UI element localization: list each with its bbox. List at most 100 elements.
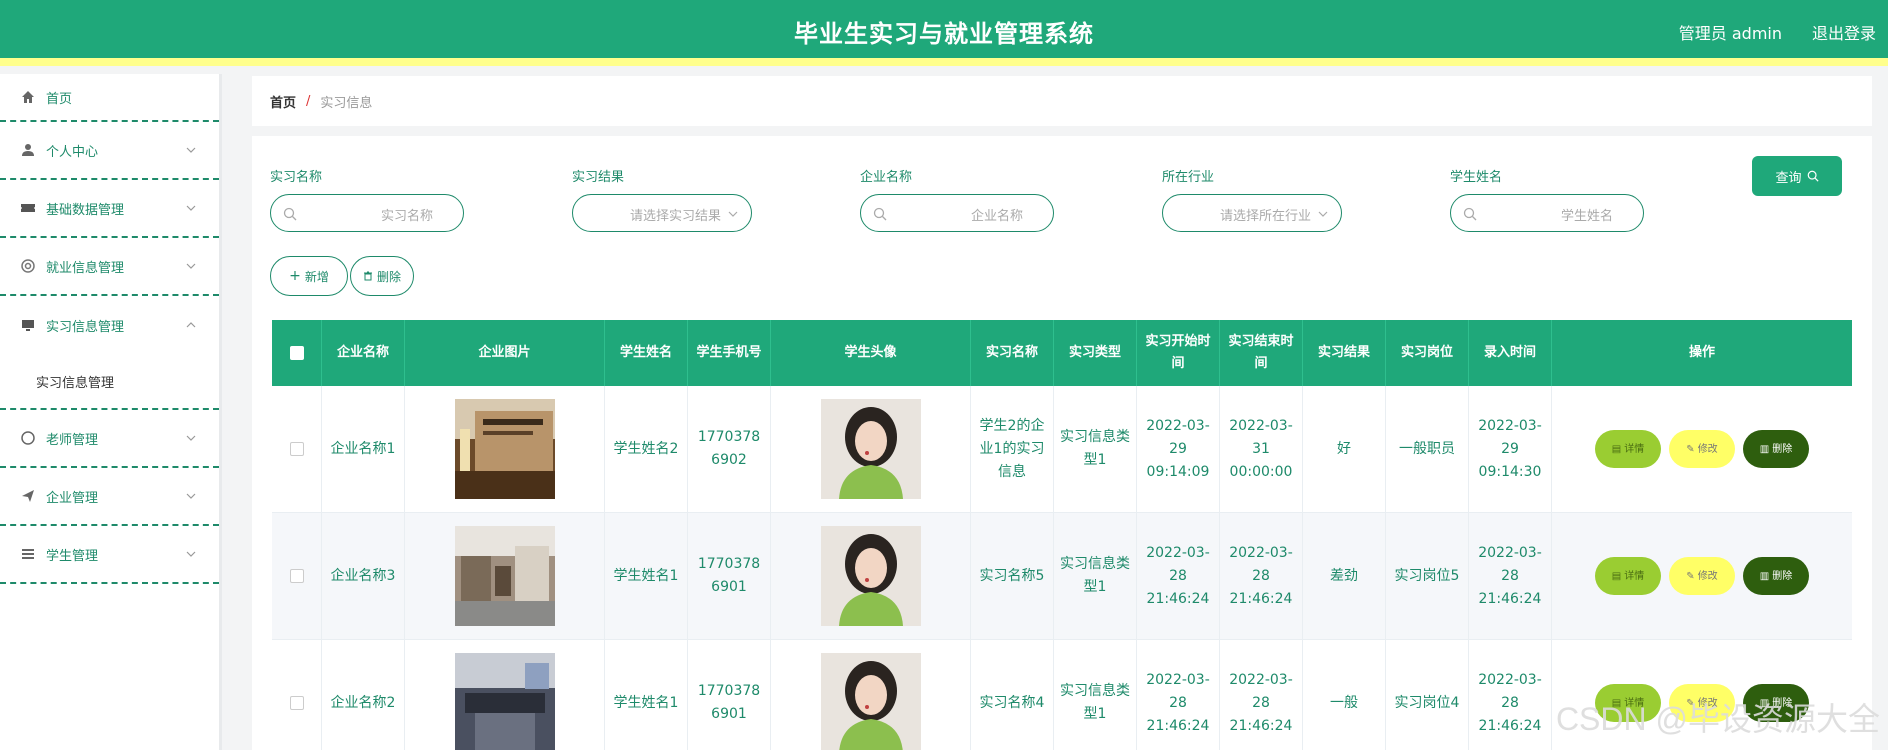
filter-label-internship-name: 实习名称 <box>270 170 323 185</box>
sidebar-item-label: 基础数据管理 <box>46 202 125 218</box>
sidebar-item-internship[interactable]: 实习信息管理 <box>0 296 219 354</box>
avatar-cell <box>771 513 971 639</box>
student-phone-cell: 17703786901 <box>688 640 771 750</box>
sidebar-item-personal-center[interactable]: 个人中心 <box>0 122 219 180</box>
sidebar-item-label: 学生管理 <box>46 548 99 564</box>
avatar-cell <box>771 386 971 512</box>
submenu-internship-management[interactable]: 实习信息管理 <box>0 354 219 410</box>
select-placeholder: 请选择实习结果 <box>629 209 721 224</box>
chevron-down-icon <box>186 263 196 269</box>
select-all-cell <box>272 320 322 386</box>
edit-button[interactable]: ✎ 修改 <box>1669 557 1735 595</box>
chevron-down-icon <box>186 493 196 499</box>
row-checkbox[interactable] <box>289 569 304 583</box>
internship-name-cell: 实习名称4 <box>971 640 1054 750</box>
sidebar-item-basic-data[interactable]: 基础数据管理 <box>0 180 219 238</box>
end-time-cell: 2022-03-28 21:46:24 <box>1220 640 1303 750</box>
student-phone-cell: 17703786902 <box>688 386 771 512</box>
avatar-cell <box>771 640 971 750</box>
sidebar-item-label: 首页 <box>46 91 73 107</box>
actions-cell: ▤ 详情 ✎ 修改 ▥ 删除 <box>1552 513 1852 639</box>
trash-icon <box>363 271 372 281</box>
column-header: 操作 <box>1688 345 1715 360</box>
sidebar-item-home[interactable]: 首页 <box>0 74 219 122</box>
row-select-cell <box>272 640 322 750</box>
column-header: 实习结束时间 <box>1220 320 1303 386</box>
start-time-cell: 2022-03-28 21:46:24 <box>1137 513 1220 639</box>
detail-button[interactable]: ▤ 详情 <box>1595 430 1661 468</box>
student-name-input[interactable]: 学生姓名 <box>1450 194 1644 232</box>
trash-icon: ▥ <box>1759 570 1770 582</box>
trash-icon: ▥ <box>1759 443 1770 455</box>
sidebar-item-companies[interactable]: 企业管理 <box>0 468 219 526</box>
sidebar-item-label: 老师管理 <box>46 432 99 448</box>
column-header: 录入时间 <box>1469 320 1552 386</box>
row-checkbox[interactable] <box>289 442 304 456</box>
delete-button[interactable]: ▥ 删除 <box>1743 430 1809 468</box>
sidebar: 首页 个人中心 基础数据管理 就业信息管理 实习信息管理 实习信息管理 老师管理… <box>0 74 222 750</box>
company-image <box>454 653 555 750</box>
query-button[interactable]: 查询 <box>1752 156 1842 196</box>
search-icon <box>1807 170 1819 182</box>
add-button-label: 新增 <box>304 269 329 284</box>
actions-cell: ▤ 详情 ✎ 修改 ▥ 删除 <box>1552 386 1852 512</box>
filter-label-company-name: 企业名称 <box>860 170 913 185</box>
table-row: 企业名称3 学生姓名1 17703786901 实习名称5 实习信息类型1 20… <box>272 513 1852 640</box>
add-button[interactable]: + 新增 <box>270 256 348 296</box>
select-placeholder: 请选择所在行业 <box>1219 209 1311 224</box>
detail-button[interactable]: ▤ 详情 <box>1595 557 1661 595</box>
result-cell: 好 <box>1303 386 1386 512</box>
internship-table: 企业名称 企业图片 学生姓名 学生手机号 学生头像 实习名称 实习类型 实习开始… <box>272 320 1852 750</box>
filter-label-internship-result: 实习结果 <box>572 170 625 185</box>
column-header: 企业名称 <box>322 320 405 386</box>
sidebar-item-students[interactable]: 学生管理 <box>0 526 219 584</box>
compass-icon <box>20 430 36 446</box>
row-checkbox[interactable] <box>289 696 304 710</box>
company-name-input[interactable]: 企业名称 <box>860 194 1054 232</box>
doc-icon: ▤ <box>1611 570 1622 582</box>
lifebuoy-icon <box>20 258 36 274</box>
internship-result-select[interactable]: 请选择实习结果 <box>572 194 752 232</box>
company-name-cell: 企业名称1 <box>322 386 405 512</box>
student-avatar <box>820 399 921 499</box>
column-header: 学生头像 <box>771 320 971 386</box>
student-avatar <box>820 526 921 626</box>
detail-label: 详情 <box>1624 570 1645 582</box>
batch-delete-button[interactable]: 删除 <box>350 256 414 296</box>
internship-name-cell: 学生2的企业1的实习信息 <box>971 386 1054 512</box>
current-user: 管理员 admin <box>1678 24 1782 43</box>
industry-select[interactable]: 请选择所在行业 <box>1162 194 1342 232</box>
filter-label-industry: 所在行业 <box>1162 170 1215 185</box>
detail-label: 详情 <box>1624 443 1645 455</box>
column-header: 实习岗位 <box>1386 320 1469 386</box>
plus-icon: + <box>289 268 301 284</box>
student-name-cell: 学生姓名1 <box>605 640 688 750</box>
chevron-down-icon <box>186 551 196 557</box>
column-header: 实习类型 <box>1054 320 1137 386</box>
delete-button[interactable]: ▥ 删除 <box>1743 557 1809 595</box>
entry-time-cell: 2022-03-28 21:46:24 <box>1469 640 1552 750</box>
column-header: 企业图片 <box>405 320 605 386</box>
internship-name-input[interactable]: 实习名称 <box>270 194 464 232</box>
breadcrumb-separator: / <box>306 93 311 109</box>
column-header: 实习结果 <box>1303 320 1386 386</box>
select-all-checkbox[interactable] <box>289 346 304 360</box>
pencil-icon: ✎ <box>1686 443 1695 455</box>
edit-button[interactable]: ✎ 修改 <box>1669 430 1735 468</box>
input-placeholder: 学生姓名 <box>1560 209 1613 224</box>
top-bar: 毕业生实习与就业管理系统 管理员 admin 退出登录 <box>0 0 1888 66</box>
sidebar-item-label: 实习信息管理 <box>46 319 125 335</box>
sidebar-item-employment[interactable]: 就业信息管理 <box>0 238 219 296</box>
sidebar-item-label: 企业管理 <box>46 490 99 506</box>
logout-button[interactable]: 退出登录 <box>1812 20 1876 44</box>
student-avatar <box>820 653 921 750</box>
end-time-cell: 2022-03-28 21:46:24 <box>1220 513 1303 639</box>
row-select-cell <box>272 513 322 639</box>
start-time-cell: 2022-03-29 09:14:09 <box>1137 386 1220 512</box>
company-image-cell <box>405 640 605 750</box>
column-header: 实习名称 <box>971 320 1054 386</box>
company-image-cell <box>405 513 605 639</box>
sidebar-item-teachers[interactable]: 老师管理 <box>0 410 219 468</box>
internship-type-cell: 实习信息类型1 <box>1054 640 1137 750</box>
breadcrumb-home[interactable]: 首页 <box>270 92 296 111</box>
